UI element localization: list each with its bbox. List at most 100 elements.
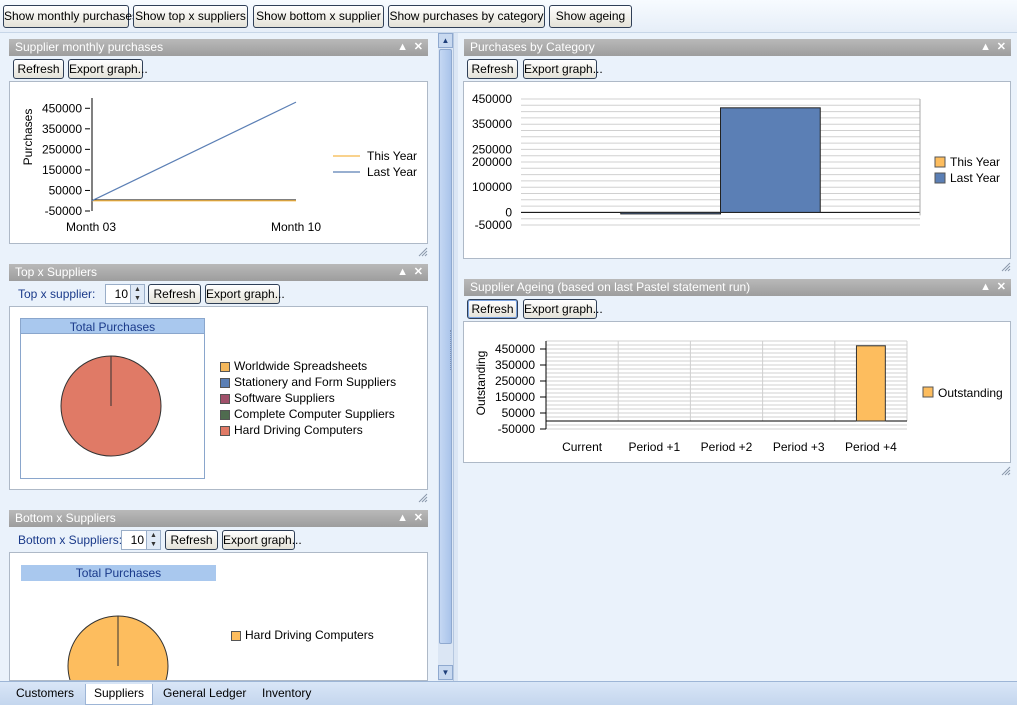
tab-inventory[interactable]: Inventory [254, 684, 319, 705]
ageing-chart: Outstanding 450000 350000 250000 150000 5000… [463, 321, 1011, 463]
bottom-pie-legend: Hard Driving Computers [231, 627, 374, 643]
scroll-down-icon[interactable]: ▼ [438, 665, 453, 680]
collapse-icon[interactable]: ▲ [980, 279, 991, 296]
splitter-grip-icon[interactable] [450, 330, 456, 370]
collapse-icon[interactable]: ▲ [397, 39, 408, 56]
tab-customers[interactable]: Customers [8, 684, 82, 705]
legend-swatch [220, 410, 230, 420]
top-count-stepper[interactable]: 10 ▲ ▼ [105, 284, 145, 304]
collapse-icon[interactable]: ▲ [397, 510, 408, 527]
legend-item: Stationery and Form Suppliers [220, 374, 396, 390]
legend-swatch [220, 426, 230, 436]
legend-label-last-year: Last Year [950, 171, 1000, 185]
ageing-panel-header: Supplier Ageing (based on last Pastel st… [464, 279, 1011, 296]
tab-general-ledger[interactable]: General Ledger [155, 684, 254, 705]
category-refresh-button[interactable]: Refresh [467, 59, 518, 79]
top-pie-legend: Worldwide Spreadsheets Stationery and Fo… [220, 358, 396, 438]
x-tick-label: Period +4 [845, 440, 897, 454]
y-tick-label: 100000 [472, 180, 512, 194]
ageing-refresh-button[interactable]: Refresh [467, 299, 518, 319]
show-ageing-button[interactable]: Show ageing [549, 5, 632, 28]
legend-label: Complete Computer Suppliers [234, 407, 395, 421]
top-refresh-button[interactable]: Refresh [148, 284, 201, 304]
resize-grip-icon[interactable] [1001, 261, 1011, 272]
legend-label-outstanding: Outstanding [938, 386, 1003, 400]
x-tick-label: Month 10 [271, 220, 321, 234]
y-axis-label: Outstanding [474, 351, 488, 416]
bottom-pie-svg [67, 615, 169, 680]
monthly-panel-header: Supplier monthly purchases ▲ ✕ [9, 39, 428, 56]
top-export-button[interactable]: Export graph... [205, 284, 285, 304]
toolbar: Show monthly purchases Show top x suppli… [0, 0, 1017, 33]
ageing-panel-title: Supplier Ageing (based on last Pastel st… [470, 280, 751, 294]
collapse-icon[interactable]: ▲ [980, 39, 991, 56]
legend-label-this-year: This Year [950, 155, 1000, 169]
top-pie-chart: Total Purchases Worldwide Spreadsheets S… [9, 306, 428, 490]
bottom-count-value: 10 [130, 533, 144, 547]
legend-swatch-this-year [934, 156, 946, 168]
legend-label: Worldwide Spreadsheets [234, 359, 368, 373]
category-chart: 450000 350000 250000 200000 100000 0 -50000 Th… [463, 81, 1011, 259]
y-axis-label: Purchases [21, 109, 35, 166]
ageing-chart-svg: Outstanding 450000 350000 250000 150000 5000… [474, 340, 1003, 454]
close-icon[interactable]: ✕ [414, 264, 423, 281]
tab-suppliers[interactable]: Suppliers [85, 684, 154, 705]
legend-swatch [220, 394, 230, 404]
monthly-panel-title: Supplier monthly purchases [15, 40, 164, 54]
scroll-up-icon[interactable]: ▲ [438, 33, 453, 48]
pie-title: Total Purchases [21, 565, 216, 581]
bar-last-year [720, 107, 821, 213]
monthly-refresh-button[interactable]: Refresh [13, 59, 64, 79]
x-tick-label: Period +2 [701, 440, 753, 454]
bottom-count-label: Bottom x Suppliers: [18, 533, 123, 547]
x-tick-label: Month 03 [66, 220, 116, 234]
y-tick-label: 250000 [42, 142, 82, 156]
legend-swatch [220, 362, 230, 372]
resize-grip-icon[interactable] [418, 492, 428, 503]
spin-down-icon[interactable]: ▼ [147, 540, 160, 549]
y-tick-label: 150000 [495, 390, 535, 404]
close-icon[interactable]: ✕ [997, 279, 1006, 296]
close-icon[interactable]: ✕ [414, 39, 423, 56]
legend-label: Hard Driving Computers [245, 628, 374, 642]
monthly-chart-svg: Purchases 450000 350000 250000 150000 50000 -… [21, 98, 417, 234]
legend-swatch-outstanding [922, 386, 934, 398]
collapse-icon[interactable]: ▲ [397, 264, 408, 281]
y-tick-label: 450000 [42, 101, 82, 115]
bottom-count-stepper[interactable]: 10 ▲ ▼ [121, 530, 161, 550]
top-panel-title: Top x Suppliers [15, 265, 98, 279]
bottom-panel-title: Bottom x Suppliers [15, 511, 116, 525]
legend-swatch [231, 631, 241, 641]
resize-grip-icon[interactable] [418, 246, 428, 257]
show-bottom-supplier-button[interactable]: Show bottom x supplier [253, 5, 384, 28]
bottom-export-button[interactable]: Export graph... [222, 530, 302, 550]
category-chart-svg: 4500003500002500002000001000000-50000 Th… [472, 92, 1000, 232]
legend-label: Stationery and Form Suppliers [234, 375, 397, 389]
legend-swatch-last-year [934, 172, 946, 184]
show-purchases-by-category-button[interactable]: Show purchases by category [388, 5, 545, 28]
y-tick-label: 350000 [42, 122, 82, 136]
y-tick-label: 350000 [472, 117, 512, 131]
legend-swatch [220, 378, 230, 388]
resize-grip-icon[interactable] [1001, 465, 1011, 476]
bar-outstanding [855, 345, 886, 422]
category-export-button[interactable]: Export graph... [523, 59, 603, 79]
spin-up-icon[interactable]: ▲ [147, 531, 160, 540]
monthly-export-button[interactable]: Export graph... [68, 59, 148, 79]
spin-down-icon[interactable]: ▼ [131, 294, 144, 303]
show-monthly-purchases-button[interactable]: Show monthly purchases [3, 5, 138, 28]
ageing-export-button[interactable]: Export graph... [523, 299, 603, 319]
legend-item: Hard Driving Computers [231, 627, 374, 643]
series-line-last-year [91, 101, 297, 202]
top-pie-svg [60, 355, 162, 457]
close-icon[interactable]: ✕ [414, 510, 423, 527]
y-tick-label: 450000 [472, 92, 512, 106]
module-tabs: Customers Suppliers General Ledger Inven… [0, 681, 1017, 705]
show-top-suppliers-button[interactable]: Show top x suppliers [133, 5, 248, 28]
x-tick-label: Period +3 [773, 440, 825, 454]
close-icon[interactable]: ✕ [997, 39, 1006, 56]
top-count-value: 10 [114, 287, 128, 301]
spin-up-icon[interactable]: ▲ [131, 285, 144, 294]
legend-label: Hard Driving Computers [234, 423, 363, 437]
bottom-refresh-button[interactable]: Refresh [165, 530, 218, 550]
